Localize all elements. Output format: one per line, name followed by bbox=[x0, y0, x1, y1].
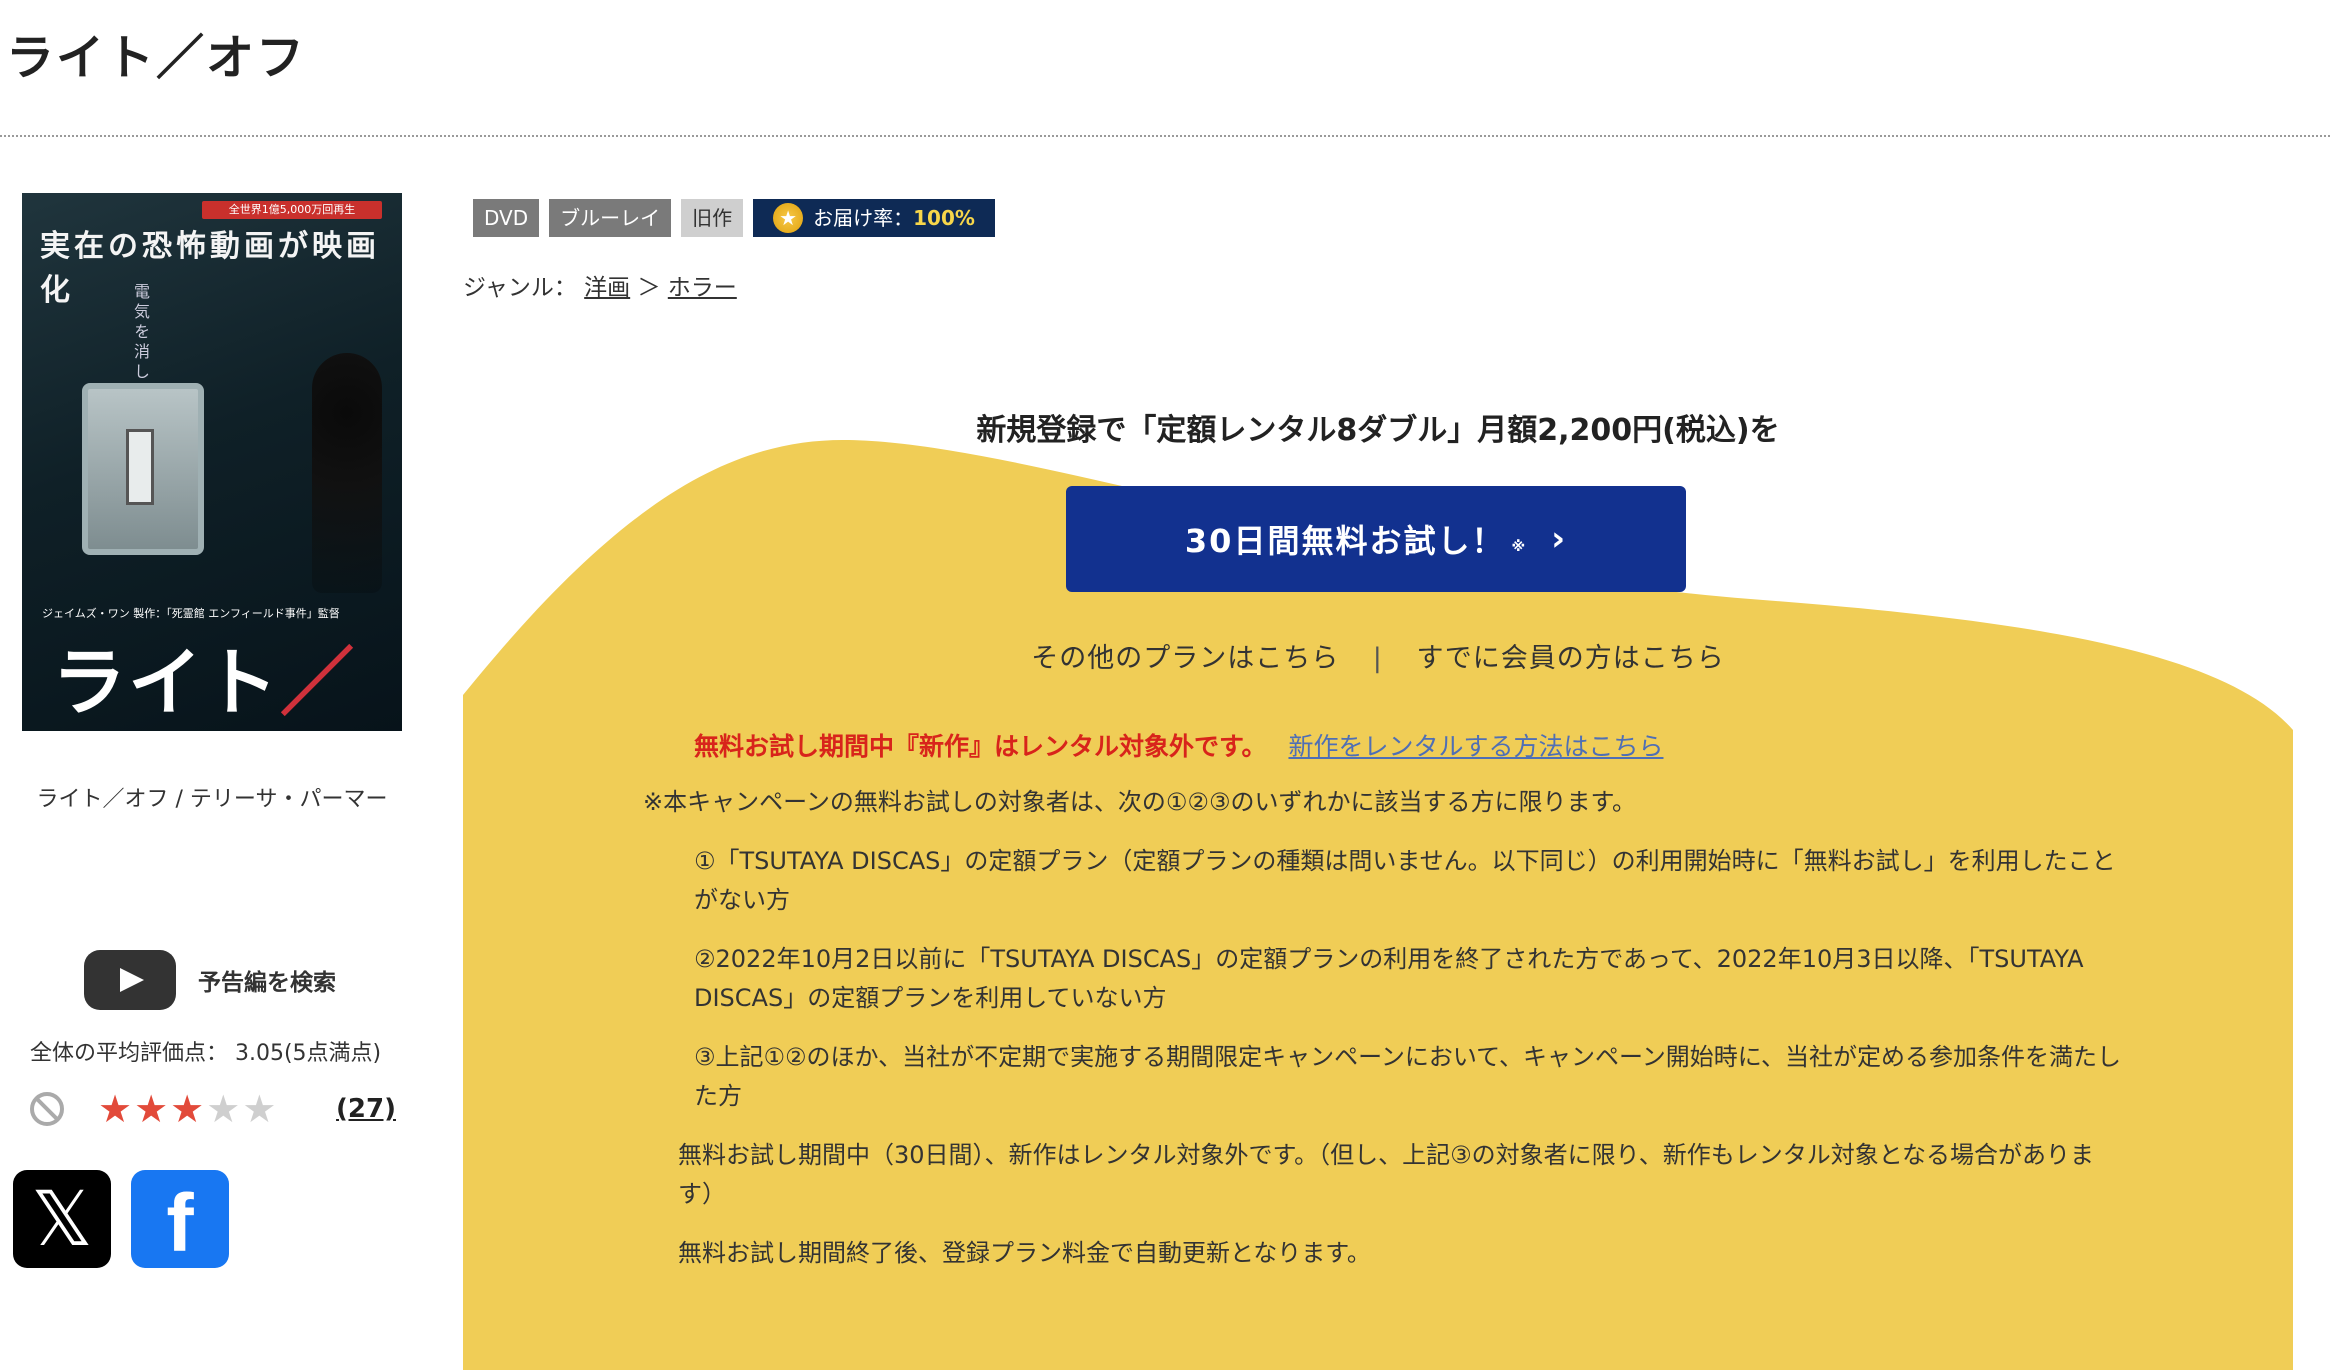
play-icon bbox=[84, 950, 176, 1010]
page-title: ライト／オフ bbox=[6, 30, 307, 86]
trial-new-release-note: 無料お試し期間中（30日間）、新作はレンタル対象外です。（但し、上記③の対象者に… bbox=[678, 1141, 2094, 1208]
genre-link-western[interactable]: 洋画 bbox=[584, 275, 630, 301]
item-caption: ライト／オフ / テリーサ・パーマー bbox=[36, 787, 388, 812]
average-rating: 全体の平均評価点： 3.05(5点満点) bbox=[30, 1041, 382, 1066]
tag-delivery-rate: ★ お届け率：100% bbox=[753, 199, 995, 237]
plan-link-separator: | bbox=[1372, 643, 1383, 674]
eligibility-condition-1: ①「TSUTAYA DISCAS」の定額プラン（定額プランの種類は問いません。以… bbox=[694, 847, 2116, 914]
new-release-warning: 無料お試し期間中『新作』はレンタル対象外です。 新作をレンタルする方法はこちら bbox=[694, 727, 1663, 763]
item-tags: DVD ブルーレイ 旧作 ★ お届け率：100% bbox=[473, 199, 995, 237]
new-release-warning-text: 無料お試し期間中『新作』はレンタル対象外です。 bbox=[694, 732, 1267, 761]
rating-row: ★★★★★ (27) bbox=[30, 1090, 400, 1128]
other-plans-link[interactable]: その他のプランはこちら bbox=[1031, 643, 1339, 674]
poster-ghost-figure bbox=[312, 353, 382, 593]
genre-separator: ＞ bbox=[637, 275, 661, 301]
poster-image[interactable]: 全世界1億5,000万回再生 実在の恐怖動画が映画化 電気を消したら、 ジェイム… bbox=[22, 193, 402, 731]
plan-links: その他のプランはこちら | すでに会員の方はこちら bbox=[463, 636, 2293, 675]
delivery-rate-label: お届け率： bbox=[813, 206, 914, 230]
delivery-rate-value: 100% bbox=[913, 206, 975, 230]
x-share-icon[interactable]: 𝕏 bbox=[13, 1170, 111, 1268]
genre-link-horror[interactable]: ホラー bbox=[668, 275, 737, 301]
free-trial-button[interactable]: 30日間無料お試し！ ※ › bbox=[1066, 486, 1686, 592]
star-3: ★ bbox=[170, 1087, 207, 1131]
prohibited-icon[interactable] bbox=[30, 1092, 64, 1126]
poster-tagline: 実在の恐怖動画が映画化 bbox=[40, 229, 380, 308]
poster-banner: 全世界1億5,000万回再生 bbox=[202, 201, 382, 219]
auto-renewal-note: 無料お試し期間終了後、登録プラン料金で自動更新となります。 bbox=[678, 1239, 1371, 1267]
member-login-link[interactable]: すでに会員の方はこちら bbox=[1417, 643, 1725, 674]
star-1: ★ bbox=[98, 1087, 135, 1131]
poster-title: ライト／オフ bbox=[52, 623, 392, 731]
eligibility-condition-3: ③上記①②のほか、当社が不定期で実施する期間限定キャンペーンにおいて、キャンペー… bbox=[694, 1043, 2122, 1110]
poster-light-switch bbox=[82, 383, 204, 555]
review-count-link[interactable]: (27) bbox=[336, 1094, 396, 1124]
star-2: ★ bbox=[134, 1087, 171, 1131]
trailer-search-label: 予告編を検索 bbox=[198, 970, 336, 996]
title-divider bbox=[0, 135, 2330, 137]
new-release-rental-link[interactable]: 新作をレンタルする方法はこちら bbox=[1288, 732, 1663, 761]
eligibility-condition-2: ②2022年10月2日以前に「TSUTAYA DISCAS」の定額プランの利用を… bbox=[694, 945, 2084, 1012]
tag-old-release: 旧作 bbox=[681, 199, 744, 237]
star-5: ★ bbox=[242, 1087, 279, 1131]
gold-star-icon: ★ bbox=[773, 203, 804, 233]
free-trial-label: 30日間無料お試し！ bbox=[1184, 522, 1506, 560]
free-trial-note-mark: ※ bbox=[1511, 539, 1528, 555]
poster-credit: ジェイムズ・ワン 製作：「死霊館 エンフィールド事件」監督 bbox=[42, 607, 340, 620]
genre-label: ジャンル： bbox=[463, 275, 577, 301]
star-rating[interactable]: ★★★★★ bbox=[98, 1090, 278, 1128]
promo-heading: 新規登録で「定額レンタル8ダブル」月額2,200円(税込)を bbox=[976, 413, 1780, 448]
tag-bluray: ブルーレイ bbox=[549, 199, 672, 237]
tag-dvd: DVD bbox=[473, 199, 540, 237]
chevron-right-icon: › bbox=[1551, 519, 1568, 559]
poster-switch-toggle bbox=[126, 429, 154, 505]
facebook-share-icon[interactable]: f bbox=[131, 1170, 229, 1269]
genre-breadcrumb: ジャンル： 洋画 ＞ ホラー bbox=[463, 268, 737, 302]
poster-title-part1: ライト bbox=[52, 640, 280, 726]
campaign-eligibility-intro: ※本キャンペーンの無料お試しの対象者は、次の①②③のいずれかに該当する方に限りま… bbox=[643, 788, 1637, 816]
trailer-search-button[interactable]: 予告編を検索 bbox=[84, 950, 336, 1010]
star-4: ★ bbox=[206, 1087, 243, 1131]
